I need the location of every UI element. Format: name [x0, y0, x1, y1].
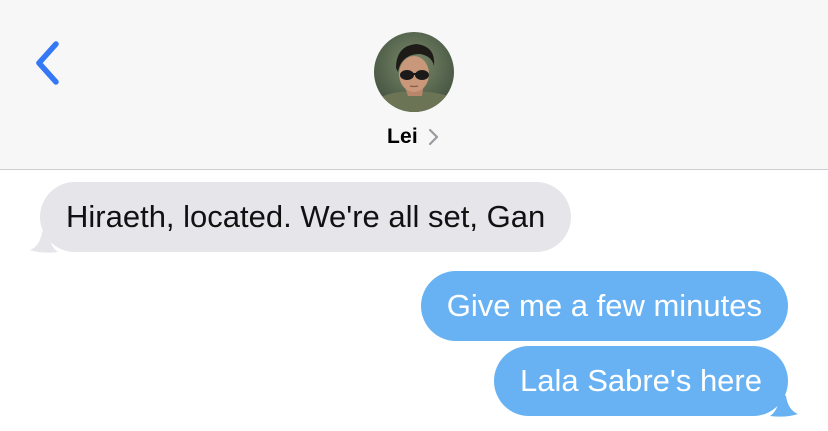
contact-name-button[interactable]: Lei	[0, 122, 828, 152]
message-text: Hiraeth, located. We're all set, Gan	[66, 199, 546, 234]
conversation-header: Lei	[0, 0, 828, 170]
message-text: Lala Sabre's here	[519, 363, 762, 398]
contact-name: Lei	[387, 125, 418, 148]
chevron-right-icon	[428, 128, 439, 146]
avatar[interactable]	[374, 32, 454, 112]
message-bubble-outgoing[interactable]: Lala Sabre's here	[493, 346, 788, 416]
message-bubble-outgoing[interactable]: Give me a few minutes	[420, 271, 788, 341]
contact-photo	[374, 32, 454, 112]
message-bubble-incoming[interactable]: Hiraeth, located. We're all set, Gan	[40, 182, 572, 252]
chevron-left-icon	[36, 41, 59, 85]
back-button[interactable]	[26, 36, 72, 90]
message-text: Give me a few minutes	[446, 288, 762, 323]
